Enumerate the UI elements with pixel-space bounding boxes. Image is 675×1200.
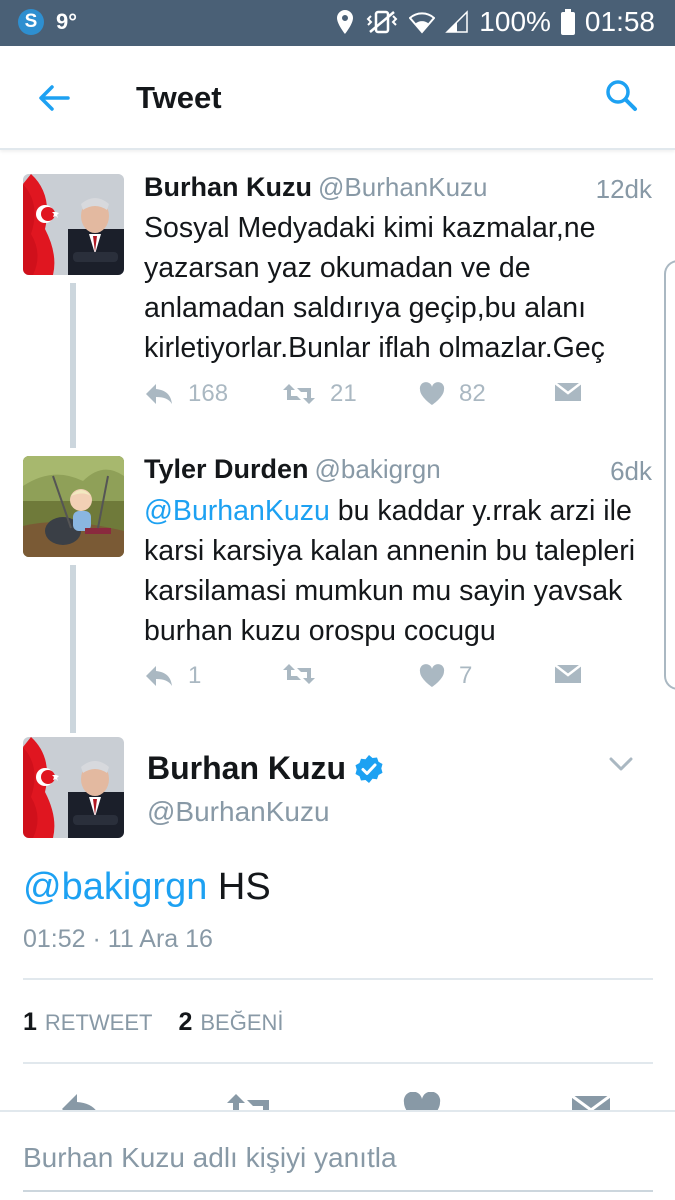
avatar[interactable] (23, 456, 124, 557)
envelope-icon[interactable] (571, 1092, 611, 1112)
vibrate-icon (365, 9, 399, 35)
retweet-stat[interactable]: 1 RETWEET (23, 1008, 152, 1037)
tweet-text-body: HS (207, 866, 271, 908)
reply-icon (146, 666, 172, 686)
heart-icon[interactable] (403, 1092, 441, 1112)
tweet-text: Sosyal Medyadaki kimi kazmalar,ne yazars… (144, 212, 605, 364)
heart-icon (419, 664, 445, 687)
thread-connector (70, 283, 76, 448)
avatar[interactable] (23, 174, 124, 275)
battery-icon (560, 9, 575, 35)
reply-icon[interactable] (60, 1092, 104, 1112)
retweet-stat-count: 1 (23, 1008, 37, 1036)
tweet-text: @BurhanKuzu bu kaddar y.rrak arzi ile ka… (144, 491, 659, 651)
tweet-action-bar (0, 1082, 675, 1112)
clock: 01:58 (584, 6, 655, 37)
status-bar: S 9° 100% 01:58 (0, 0, 675, 46)
back-button[interactable] (34, 78, 74, 118)
retweet-count: 21 (330, 380, 357, 407)
display-name: Tyler Durden (144, 454, 309, 484)
tweet-actions: 168 21 82 (144, 380, 644, 420)
like-count: 7 (459, 662, 473, 689)
like-stat[interactable]: 2 BEĞENİ (178, 1008, 283, 1037)
tweet-time: 12dk (595, 174, 652, 204)
battery-percent: 100% (479, 6, 551, 37)
mention-link[interactable]: @BurhanKuzu (144, 495, 330, 527)
reply-button[interactable]: 1 (144, 662, 201, 690)
tweet-stats: 1 RETWEET 2 BEĞENİ (23, 1008, 296, 1037)
tweet-time: 6dk (610, 456, 652, 486)
scroll-indicator (664, 260, 675, 690)
author-handle: @bakigrgn (314, 454, 441, 484)
thread-connector (70, 565, 76, 733)
chevron-down-icon (609, 757, 633, 771)
author-name[interactable]: Burhan Kuzu @BurhanKuzu (144, 172, 488, 203)
like-stat-count: 2 (178, 1008, 193, 1036)
divider (23, 1062, 653, 1064)
app-logo-icon: S (18, 9, 44, 35)
like-stat-label: BEĞENİ (200, 1010, 284, 1035)
retweet-icon (283, 384, 315, 404)
display-name: Burhan Kuzu (144, 172, 312, 202)
search-button[interactable] (602, 76, 642, 116)
temperature: 9° (56, 9, 78, 34)
search-icon (606, 80, 637, 111)
wifi-icon (409, 10, 436, 34)
reply-icon (146, 384, 172, 404)
back-arrow-icon (39, 85, 70, 111)
author-handle: @BurhanKuzu (147, 796, 330, 827)
heart-icon (419, 382, 445, 405)
reply-count: 168 (188, 380, 229, 407)
retweet-icon[interactable] (226, 1092, 276, 1112)
like-count: 82 (459, 380, 486, 407)
like-button[interactable]: 82 (419, 380, 486, 408)
tweet-timestamp: 01:52 · 11 Ara 16 (23, 925, 213, 953)
like-button[interactable]: 7 (419, 662, 472, 690)
reply-bar: Burhan Kuzu adlı kişiyi yanıtla (0, 1110, 675, 1200)
divider (23, 978, 653, 980)
page-title: Tweet (136, 80, 222, 115)
direct-message-button[interactable] (554, 662, 582, 686)
retweet-button[interactable]: 21 (282, 380, 357, 408)
mention-link[interactable]: @bakigrgn (23, 866, 207, 908)
retweet-stat-label: RETWEET (44, 1010, 153, 1035)
reply-button[interactable]: 168 (144, 380, 228, 408)
avatar[interactable] (23, 737, 124, 838)
direct-message-button[interactable] (554, 380, 582, 404)
reply-input[interactable]: Burhan Kuzu adlı kişiyi yanıtla (23, 1142, 397, 1174)
tweet-actions: 1 7 (144, 662, 644, 702)
location-icon (335, 9, 355, 35)
author-handle: @BurhanKuzu (318, 172, 488, 202)
display-name: Burhan Kuzu (147, 750, 347, 786)
tweet-menu-button[interactable] (608, 754, 634, 774)
retweet-button[interactable] (282, 662, 330, 686)
tweet-text: @bakigrgn HS (23, 866, 271, 909)
app-header: Tweet (0, 46, 675, 150)
envelope-icon (554, 382, 582, 401)
retweet-icon (283, 664, 315, 684)
author-name[interactable]: Burhan Kuzu (147, 750, 384, 787)
envelope-icon (554, 664, 582, 683)
author-name[interactable]: Tyler Durden @bakigrgn (144, 454, 441, 485)
reply-count: 1 (188, 662, 202, 689)
signal-icon (445, 10, 469, 34)
reply-input-underline (23, 1190, 653, 1192)
verified-badge-icon (355, 754, 383, 783)
